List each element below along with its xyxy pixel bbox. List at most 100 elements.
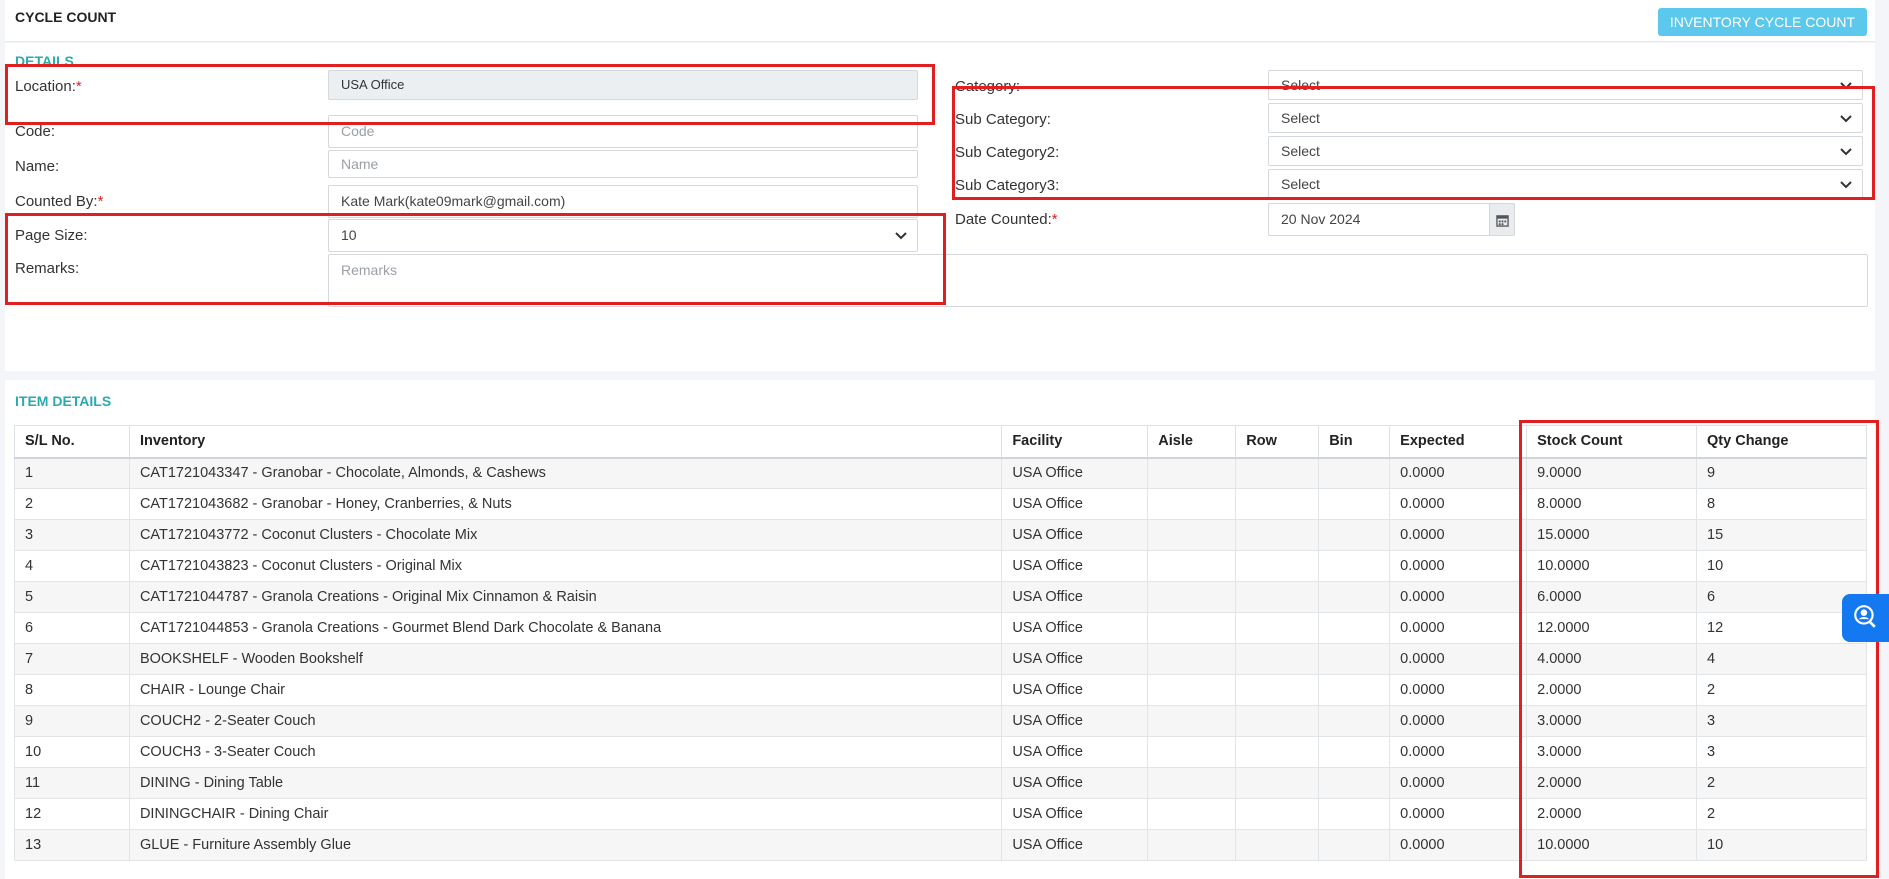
sub-category2-select[interactable]: Select: [1268, 136, 1863, 166]
table-header: S/L No. Inventory Facility Aisle Row Bin…: [14, 425, 1867, 459]
remarks-label: Remarks:: [15, 260, 80, 277]
table-cell: CAT1721044787 - Granola Creations - Orig…: [128, 581, 1003, 613]
calendar-button[interactable]: [1489, 203, 1515, 236]
page-title: CYCLE COUNT: [15, 9, 117, 25]
table-cell: CAT1721043772 - Coconut Clusters - Choco…: [128, 519, 1003, 551]
column-header[interactable]: Inventory: [128, 425, 1003, 459]
table-row[interactable]: 4 CAT1721043823 - Coconut Clusters - Orig…: [14, 550, 1867, 582]
counted-by-label-text: Counted By:: [15, 193, 98, 210]
table-row[interactable]: 9 COUCH2 - 2-Seater Couch USA Office 0.0000…: [14, 705, 1867, 737]
column-header[interactable]: Qty Change: [1696, 425, 1867, 459]
table-row[interactable]: 11 DINING - Dining Table USA Office 0.0000 2…: [14, 767, 1867, 799]
counted-by-field[interactable]: Kate Mark(kate09mark@gmail.com): [328, 185, 918, 218]
table-row[interactable]: 6 CAT1721044853 - Granola Creations - Gou…: [14, 612, 1867, 644]
sub-category-label: Sub Category:: [955, 111, 1051, 128]
table-cell: [1147, 612, 1237, 644]
table-cell: 9: [1696, 457, 1867, 489]
column-header[interactable]: S/L No.: [14, 425, 130, 459]
table-cell: USA Office: [1001, 581, 1149, 613]
table-cell: [1147, 488, 1237, 520]
table-cell: [1235, 457, 1320, 489]
table-cell: [1147, 457, 1237, 489]
code-label: Code:: [15, 123, 56, 140]
table-row[interactable]: 12 DININGCHAIR - Dining Chair USA Office 0.…: [14, 798, 1867, 830]
table-cell: 2: [1696, 767, 1867, 799]
table-cell: 6: [14, 612, 130, 644]
table-cell: [1235, 612, 1320, 644]
table-cell: 2: [1696, 798, 1867, 830]
name-input[interactable]: Name: [328, 150, 918, 178]
table-row[interactable]: 1 CAT1721043347 - Granobar - Chocolate, A…: [14, 457, 1867, 489]
calendar-icon: [1496, 215, 1509, 227]
table-cell: [1147, 829, 1237, 861]
sub-category2-label: Sub Category2:: [955, 144, 1060, 161]
table-cell: 8: [1696, 488, 1867, 520]
table-cell: USA Office: [1001, 705, 1149, 737]
remarks-textarea[interactable]: Remarks: [328, 254, 1868, 307]
table-cell: [1147, 519, 1237, 551]
inventory-cycle-count-button[interactable]: INVENTORY CYCLE COUNT: [1657, 8, 1867, 36]
table-cell: 10: [1696, 829, 1867, 861]
table-cell: 12.0000: [1526, 612, 1698, 644]
table-cell: [1318, 829, 1391, 861]
table-cell: 2.0000: [1526, 798, 1698, 830]
table-cell: GLUE - Furniture Assembly Glue: [128, 829, 1003, 861]
table-cell: 15.0000: [1526, 519, 1698, 551]
table-cell: 4: [1696, 643, 1867, 675]
table-cell: [1318, 519, 1391, 551]
table-cell: [1147, 705, 1237, 737]
table-cell: 15: [1696, 519, 1867, 551]
column-header[interactable]: Facility: [1001, 425, 1149, 459]
table-cell: 13: [14, 829, 130, 861]
table-cell: USA Office: [1001, 612, 1149, 644]
table-cell: USA Office: [1001, 798, 1149, 830]
column-header[interactable]: Stock Count: [1526, 425, 1698, 459]
table-row[interactable]: 2 CAT1721043682 - Granobar - Honey, Cranb…: [14, 488, 1867, 520]
code-input[interactable]: Code: [328, 115, 918, 148]
table-cell: [1147, 736, 1237, 768]
column-header[interactable]: Row: [1235, 425, 1320, 459]
table-row[interactable]: 10 COUCH3 - 3-Seater Couch USA Office 0.000…: [14, 736, 1867, 768]
table-row[interactable]: 3 CAT1721043772 - Coconut Clusters - Choc…: [14, 519, 1867, 551]
table-row[interactable]: 7 BOOKSHELF - Wooden Bookshelf USA Office 0…: [14, 643, 1867, 675]
table-cell: CHAIR - Lounge Chair: [128, 674, 1003, 706]
page-size-label: Page Size:: [15, 227, 88, 244]
name-label: Name:: [15, 158, 60, 175]
table-cell: USA Office: [1001, 736, 1149, 768]
table-cell: USA Office: [1001, 767, 1149, 799]
table-row[interactable]: 8 CHAIR - Lounge Chair USA Office 0.0000 2.0…: [14, 674, 1867, 706]
column-header[interactable]: Expected: [1389, 425, 1528, 459]
table-row[interactable]: 5 CAT1721044787 - Granola Creations - Ori…: [14, 581, 1867, 613]
table-cell: 9: [14, 705, 130, 737]
table-cell: [1318, 550, 1391, 582]
chevron-down-icon: [1840, 181, 1852, 189]
table-cell: 0.0000: [1389, 457, 1528, 489]
page-size-select[interactable]: 10: [328, 219, 918, 252]
category-select[interactable]: Select: [1268, 70, 1863, 100]
chevron-down-icon: [1840, 115, 1852, 123]
table-cell: [1235, 767, 1320, 799]
table-cell: 12: [14, 798, 130, 830]
date-counted-label: Date Counted:*: [955, 211, 1058, 228]
support-chat-button[interactable]: [1842, 594, 1889, 642]
date-counted-label-text: Date Counted:: [955, 211, 1052, 228]
chevron-down-icon: [1840, 148, 1852, 156]
sub-category3-select[interactable]: Select: [1268, 169, 1863, 199]
table-cell: [1235, 674, 1320, 706]
required-marker: *: [1051, 211, 1058, 228]
table-cell: USA Office: [1001, 643, 1149, 675]
table-cell: [1235, 705, 1320, 737]
table-cell: CAT1721043682 - Granobar - Honey, Cranbe…: [128, 488, 1003, 520]
column-header[interactable]: Aisle: [1147, 425, 1237, 459]
table-row[interactable]: 13 GLUE - Furniture Assembly Glue USA Offi…: [14, 829, 1867, 861]
table-cell: 3.0000: [1526, 736, 1698, 768]
table-cell: 7: [14, 643, 130, 675]
table-cell: 8.0000: [1526, 488, 1698, 520]
table-cell: [1147, 550, 1237, 582]
table-cell: [1318, 674, 1391, 706]
column-header[interactable]: Bin: [1318, 425, 1391, 459]
counted-by-label: Counted By:*: [15, 193, 103, 210]
location-label-text: Location:: [15, 78, 76, 95]
date-counted-input[interactable]: 20 Nov 2024: [1268, 203, 1490, 236]
sub-category-select[interactable]: Select: [1268, 103, 1863, 133]
